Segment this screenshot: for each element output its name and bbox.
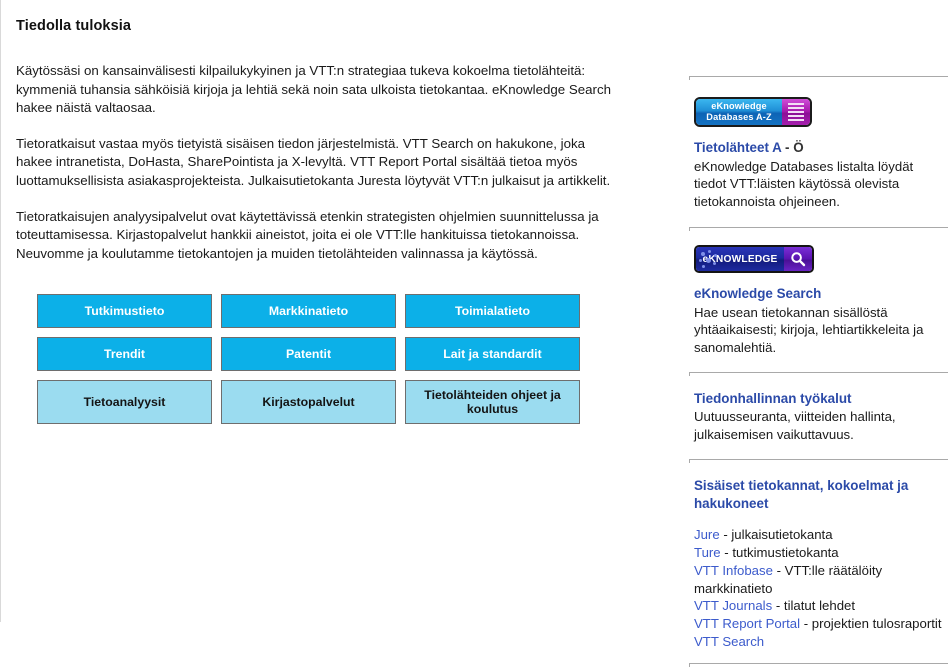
list-item: VTT Infobase - VTT:lle räätälöity markki… <box>694 562 946 598</box>
eknowledge-databases-az-badge[interactable]: eKnowledge Databases A-Z <box>694 97 812 127</box>
magnifier-icon <box>784 247 812 272</box>
sidebar-heading-sisaiset-tietokannat[interactable]: Sisäiset tietokannat, kokoelmat ja hakuk… <box>694 477 932 512</box>
topic-button-toimialatieto[interactable]: Toimialatieto <box>405 294 580 329</box>
list-item: Jure - julkaisutietokanta <box>694 526 946 544</box>
sidebar-block-tiedonhallinnan-tyokalut: Tiedonhallinnan työkalut Uutuusseuranta,… <box>689 373 946 444</box>
sidebar-divider-1 <box>689 76 948 80</box>
sidebar-block-eknowledge-search: eKNOWLEDGE eKnowledge Search Hae usean t… <box>689 228 946 356</box>
sidebar-heading-tietolahteet[interactable]: Tietolähteet A - Ö <box>694 139 946 157</box>
link-ture-desc: - tutkimustietokanta <box>720 545 839 561</box>
topic-button-grid: Tutkimustieto Markkinatieto Toimialatiet… <box>37 294 597 425</box>
sidebar-heading-eknowledge-search-text: eKnowledge Search <box>694 286 822 302</box>
topic-button-kirjastopalvelut[interactable]: Kirjastopalvelut <box>221 380 396 425</box>
link-ture[interactable]: Ture <box>694 545 721 560</box>
topic-button-tietolahteiden-ohjeet-ja-koulutus[interactable]: Tietolähteiden ohjeet ja koulutus <box>405 380 580 425</box>
topic-button-trendit[interactable]: Trendit <box>37 337 212 372</box>
sidebar-heading-tiedonhallinnan-tyokalut[interactable]: Tiedonhallinnan työkalut <box>694 390 946 408</box>
badge-line-1: eKnowledge <box>711 101 767 112</box>
list-lines-icon <box>782 99 810 125</box>
sidebar-divider-5 <box>689 662 948 667</box>
sidebar-heading-tietolahteet-suffix: - Ö <box>781 140 804 155</box>
internal-database-link-list: Jure - julkaisutietokanta Ture - tutkimu… <box>694 526 946 651</box>
page-root: Tiedolla tuloksia Käytössäsi on kansainv… <box>0 0 951 667</box>
sidebar-divider-2 <box>689 227 948 232</box>
sidebar-heading-eknowledge-search[interactable]: eKnowledge Search <box>694 285 946 303</box>
sidebar-block-tietolahteet: eKnowledge Databases A-Z Tietolähteet A … <box>689 77 946 210</box>
topic-button-lait-ja-standardit[interactable]: Lait ja standardit <box>405 337 580 372</box>
link-vtt-search[interactable]: VTT Search <box>694 634 764 649</box>
sidebar-desc-tietolahteet: eKnowledge Databases listalta löydät tie… <box>694 158 914 209</box>
link-jure-desc: - julkaisutietokanta <box>719 527 833 543</box>
topic-button-markkinatieto[interactable]: Markkinatieto <box>221 294 396 329</box>
list-item: Ture - tutkimustietokanta <box>694 544 946 562</box>
topic-button-tietoanalyysit[interactable]: Tietoanalyysit <box>37 380 212 425</box>
sidebar-block-sisaiset-tietokannat: Sisäiset tietokannat, kokoelmat ja hakuk… <box>689 460 946 651</box>
sidebar-heading-tietolahteet-text: Tietolähteet A <box>694 140 782 155</box>
topic-button-row-1: Tutkimustieto Markkinatieto Toimialatiet… <box>37 294 597 329</box>
link-vtt-journals-desc: - tilatut lehdet <box>772 598 856 614</box>
eknowledge-databases-az-badge-text: eKnowledge Databases A-Z <box>696 99 782 125</box>
badge-line-2: Databases A-Z <box>706 112 772 122</box>
sidebar: eKnowledge Databases A-Z Tietolähteet A … <box>689 0 951 667</box>
topic-button-row-2: Trendit Patentit Lait ja standardit <box>37 337 597 372</box>
link-vtt-infobase[interactable]: VTT Infobase <box>694 563 773 578</box>
page-title: Tiedolla tuloksia <box>16 18 132 34</box>
list-item: VTT Report Portal - projektien tulosrapo… <box>694 615 946 633</box>
sidebar-desc-tiedonhallinnan-tyokalut: Uutuusseuranta, viitteiden hallinta, jul… <box>694 409 896 442</box>
sidebar-heading-tiedonhallinnan-tyokalut-text: Tiedonhallinnan työkalut <box>694 390 852 406</box>
list-item: VTT Search <box>694 633 946 651</box>
sidebar-desc-eknowledge-search: Hae usean tietokannan sisällöstä yhtäaik… <box>694 304 924 355</box>
sidebar-heading-sisaiset-tietokannat-text: Sisäiset tietokannat, kokoelmat ja hakuk… <box>694 478 909 511</box>
eknowledge-search-badge[interactable]: eKNOWLEDGE <box>694 245 814 274</box>
dots-decoration-icon <box>698 249 720 269</box>
link-vtt-journals[interactable]: VTT Journals <box>694 598 772 613</box>
eknowledge-search-badge-text: eKNOWLEDGE <box>696 247 784 272</box>
sidebar-divider-4 <box>689 459 948 464</box>
intro-paragraph-1: Käytössäsi on kansainvälisesti kilpailuk… <box>16 63 612 116</box>
main-content-column: Tiedolla tuloksia Käytössäsi on kansainv… <box>1 0 661 622</box>
sidebar-divider-3 <box>689 371 948 376</box>
topic-button-tutkimustieto[interactable]: Tutkimustieto <box>37 294 212 329</box>
list-item: VTT Journals - tilatut lehdet <box>694 597 946 615</box>
link-vtt-report-portal[interactable]: VTT Report Portal <box>694 616 800 631</box>
topic-button-row-3: Tietoanalyysit Kirjastopalvelut Tietoläh… <box>37 380 597 425</box>
topic-button-patentit[interactable]: Patentit <box>221 337 396 372</box>
intro-paragraph-2: Tietoratkaisut vastaa myös tietyistä sis… <box>16 135 611 188</box>
intro-paragraph-3: Tietoratkaisujen analyysipalvelut ovat k… <box>16 208 599 261</box>
link-vtt-report-portal-desc: - projektien tulosraportit <box>800 616 942 632</box>
link-jure[interactable]: Jure <box>694 527 720 542</box>
